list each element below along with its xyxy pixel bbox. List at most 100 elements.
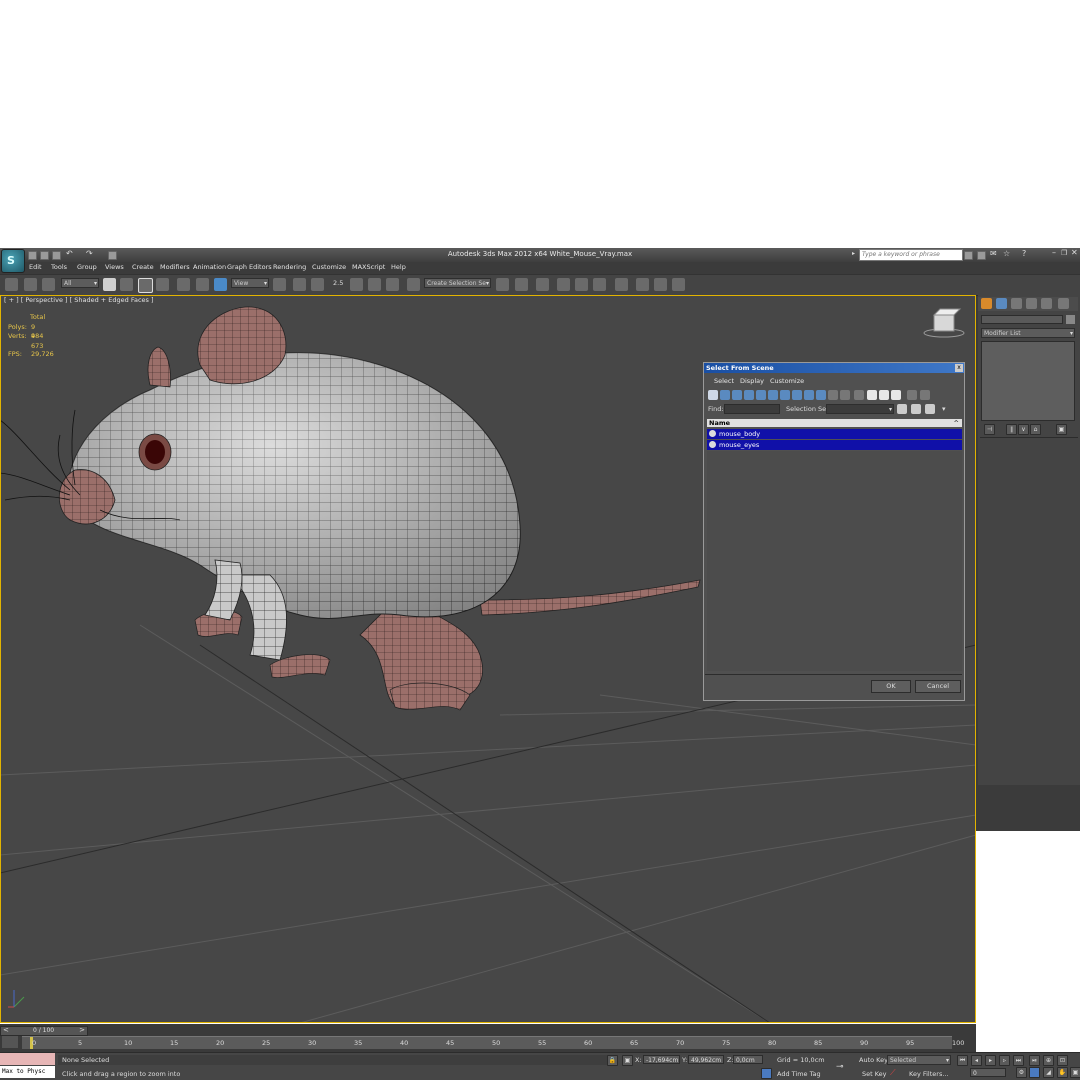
maxscript-listener-top[interactable] (0, 1053, 55, 1065)
display-xrefs-icon[interactable] (792, 390, 802, 400)
reference-coordinate-dropdown[interactable]: View (231, 278, 269, 289)
open-mini-curve-editor-icon[interactable] (2, 1036, 18, 1048)
open-file-icon[interactable] (40, 251, 49, 260)
schematic-view-icon[interactable] (593, 278, 606, 291)
unlink-icon[interactable] (24, 278, 37, 291)
cancel-button[interactable]: Cancel (915, 680, 961, 693)
material-editor-icon[interactable] (615, 278, 628, 291)
display-cameras-icon[interactable] (744, 390, 754, 400)
key-filters-button[interactable]: Key Filters... (909, 1070, 949, 1078)
display-invert-icon[interactable] (879, 390, 889, 400)
display-frozen-icon[interactable] (828, 390, 838, 400)
select-and-manipulate-icon[interactable] (293, 278, 306, 291)
configure-modifier-sets-icon[interactable]: ▣ (1056, 424, 1067, 435)
display-shapes-icon[interactable] (720, 390, 730, 400)
y-coord-field[interactable]: 49,962cm (688, 1055, 724, 1064)
minimize-icon[interactable]: – (1052, 248, 1056, 257)
dialog-close-icon[interactable]: x (955, 364, 963, 372)
set-key-button[interactable]: Set Key (862, 1070, 887, 1078)
infocenter-search-input[interactable]: Type a keyword or phrase (859, 249, 963, 261)
render-setup-icon[interactable] (636, 278, 649, 291)
select-and-scale-icon[interactable] (214, 278, 227, 291)
go-to-start-icon[interactable]: ⏮ (957, 1055, 968, 1066)
add-time-tag-text[interactable]: Add Time Tag (777, 1070, 821, 1078)
new-file-icon[interactable] (28, 251, 37, 260)
select-object-icon[interactable] (103, 278, 116, 291)
absolute-mode-transform-icon[interactable]: ▣ (622, 1055, 633, 1066)
list-item[interactable]: mouse_eyes (707, 440, 962, 450)
dialog-menu-select[interactable]: Select (714, 377, 734, 385)
time-slider[interactable]: < 0 / 100 > (0, 1026, 88, 1036)
rectangular-selection-icon[interactable] (138, 278, 153, 293)
menu-animation[interactable]: Animation (193, 263, 226, 271)
display-geometry-icon[interactable] (708, 390, 718, 400)
app-logo-icon[interactable]: S (1, 249, 25, 273)
utilities-tab-icon[interactable] (1058, 298, 1069, 309)
make-unique-icon[interactable]: ∨ (1018, 424, 1029, 435)
use-pivot-center-icon[interactable] (273, 278, 286, 291)
select-and-rotate-icon[interactable] (196, 278, 209, 291)
bind-space-warp-icon[interactable] (42, 278, 55, 291)
go-to-end-icon[interactable]: ⏭ (1013, 1055, 1024, 1066)
rendered-frame-window-icon[interactable] (654, 278, 667, 291)
edit-named-selection-icon[interactable] (407, 278, 420, 291)
display-all-icon[interactable] (854, 390, 864, 400)
object-color-swatch[interactable] (1066, 315, 1075, 324)
redo-icon[interactable]: ↷ (86, 249, 93, 258)
pan-view-icon[interactable]: ✋ (1057, 1067, 1068, 1078)
close-icon[interactable]: ✕ (1071, 248, 1078, 257)
zoom-extents-icon[interactable]: ⊡ (1057, 1055, 1068, 1066)
menu-edit[interactable]: Edit (29, 263, 42, 271)
find-input[interactable] (724, 404, 780, 414)
display-hidden-icon[interactable] (840, 390, 850, 400)
project-folder-icon[interactable] (108, 251, 117, 260)
percent-snap-icon[interactable] (368, 278, 381, 291)
previous-frame-icon[interactable]: ◂ (971, 1055, 982, 1066)
motion-tab-icon[interactable] (1026, 298, 1037, 309)
create-tab-icon[interactable] (981, 298, 992, 309)
selection-lock-icon[interactable]: 🔒 (607, 1055, 618, 1066)
key-mode-toggle-icon[interactable]: ⏯ (1029, 1055, 1040, 1066)
dialog-menu-customize[interactable]: Customize (770, 377, 804, 385)
menu-views[interactable]: Views (105, 263, 124, 271)
favorites-star-icon[interactable]: ☆ (1003, 249, 1010, 258)
menu-create[interactable]: Create (132, 263, 154, 271)
display-tab-icon[interactable] (1041, 298, 1052, 309)
maxscript-listener-input[interactable]: Max to Physc (0, 1066, 55, 1078)
named-selection-dropdown[interactable]: Create Selection Se (424, 278, 491, 289)
keyboard-shortcut-override-icon[interactable] (311, 278, 324, 291)
sync-selection-icon[interactable] (891, 390, 901, 400)
x-coord-field[interactable]: -17,694cm (643, 1055, 680, 1064)
graphite-modeling-icon[interactable] (557, 278, 570, 291)
menu-help[interactable]: Help (391, 263, 406, 271)
maximize-viewport-icon[interactable]: ▣ (1070, 1067, 1080, 1078)
auto-key-button[interactable]: Auto Key (859, 1056, 888, 1064)
edit-selection-set-icon[interactable] (911, 404, 921, 414)
curve-editor-icon[interactable] (575, 278, 588, 291)
next-frame-icon[interactable]: ▹ (999, 1055, 1010, 1066)
menu-maxscript[interactable]: MAXScript (352, 263, 385, 271)
selection-set-dropdown[interactable] (826, 404, 894, 415)
play-icon[interactable]: ▸ (985, 1055, 996, 1066)
display-helpers-icon[interactable] (756, 390, 766, 400)
show-end-result-icon[interactable]: ∥ (1006, 424, 1017, 435)
ok-button[interactable]: OK (871, 680, 911, 693)
window-crossing-icon[interactable] (156, 278, 169, 291)
communication-center-icon[interactable]: ✉ (990, 249, 997, 258)
modifier-stack[interactable] (981, 341, 1075, 421)
pin-stack-icon[interactable]: ⊣ (984, 424, 995, 435)
zoom-icon[interactable] (1029, 1067, 1040, 1078)
key-mode-dropdown[interactable]: Selected (887, 1055, 951, 1066)
angle-snap-icon[interactable] (350, 278, 363, 291)
display-lights-icon[interactable] (732, 390, 742, 400)
current-frame-field[interactable]: 0 (970, 1068, 1006, 1077)
display-spacewarps-icon[interactable] (768, 390, 778, 400)
help-icon[interactable]: ? (1022, 249, 1026, 258)
save-file-icon[interactable] (52, 251, 61, 260)
select-by-name-icon[interactable] (120, 278, 133, 291)
menu-tools[interactable]: Tools (51, 263, 67, 271)
time-configuration-icon[interactable]: ⚙ (1016, 1067, 1027, 1078)
field-of-view-icon[interactable]: ◢ (1043, 1067, 1054, 1078)
list-item[interactable]: mouse_body (707, 429, 962, 439)
track-bar[interactable]: 0 5 10 15 20 25 30 35 40 45 50 55 60 65 70 75 80 85 90 95 10… (22, 1036, 964, 1049)
